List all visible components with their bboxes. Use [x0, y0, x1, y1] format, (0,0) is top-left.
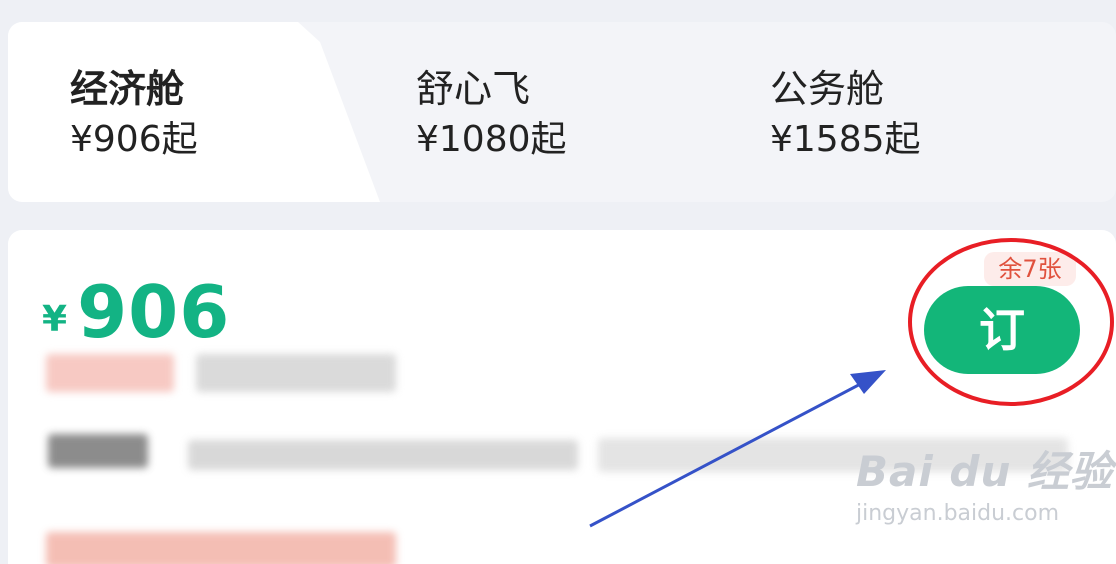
watermark-url: jingyan.baidu.com [856, 501, 1060, 526]
arrow-head [850, 370, 886, 394]
watermark-logo: Bai du 经验 [856, 447, 1113, 496]
arrow-shaft [589, 378, 869, 528]
watermark: Bai du 经验 jingyan.baidu.com [856, 438, 1113, 526]
flight-booking-screen: 经济舱 ¥906起 舒心飞 ¥1080起 公务舱 ¥1585起 ¥906 订 余… [0, 0, 1116, 564]
